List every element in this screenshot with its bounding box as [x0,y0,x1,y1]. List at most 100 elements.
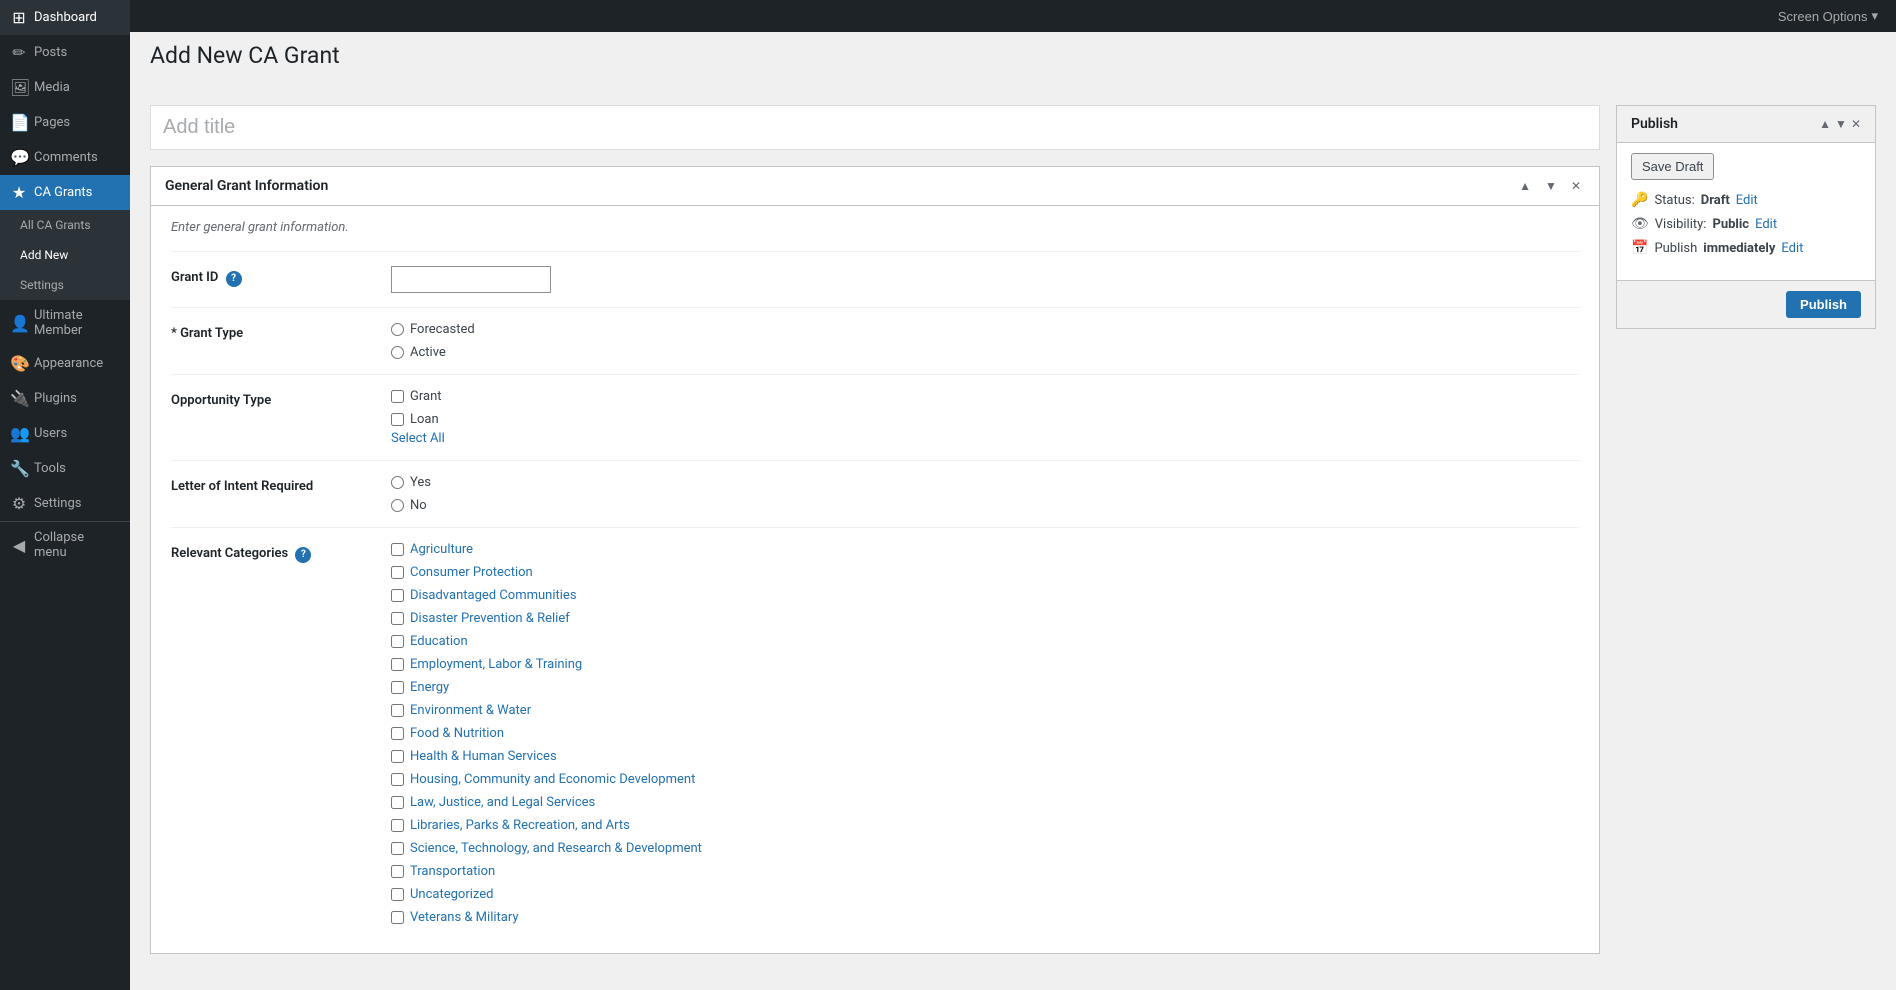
sidebar-item-dashboard[interactable]: ⊞ Dashboard [0,0,130,35]
category-item-15[interactable]: Uncategorized [391,887,1579,902]
sidebar-item-pages[interactable]: 📄 Pages [0,105,130,140]
sidebar-item-posts[interactable]: ✏ Posts [0,35,130,70]
right-sidebar-panel: Publish ▲ ▼ ✕ Save Draft 🔑 Status: Draft [1616,105,1876,970]
main-area: Screen Options ▾ Add New CA Grant Genera… [130,0,1896,990]
category-item-4[interactable]: Education [391,634,1579,649]
visibility-edit-link[interactable]: Edit [1755,217,1777,232]
visibility-icon: 👁 [1631,216,1649,232]
sidebar-item-all-ca-grants[interactable]: All CA Grants [0,210,130,240]
category-checkbox-7[interactable] [391,704,404,717]
letter-of-intent-radio-group: Yes No [391,475,1579,513]
ultimate-member-icon: 👤 [10,314,28,333]
sidebar-item-plugins[interactable]: 🔌 Plugins [0,381,130,416]
category-checkbox-2[interactable] [391,589,404,602]
category-checkbox-16[interactable] [391,911,404,924]
category-checkbox-11[interactable] [391,796,404,809]
sidebar-item-ca-grants[interactable]: ★ CA Grants [0,175,130,210]
sidebar-item-appearance[interactable]: 🎨 Appearance [0,346,130,381]
sidebar-item-add-new[interactable]: Add New [0,240,130,270]
category-checkbox-12[interactable] [391,819,404,832]
grant-id-help-icon[interactable]: ? [226,271,242,287]
select-all-link[interactable]: Select All [391,431,445,446]
sidebar-item-media[interactable]: 🖼 Media [0,70,130,105]
category-item-1[interactable]: Consumer Protection [391,565,1579,580]
sidebar-item-tools[interactable]: 🔧 Tools [0,451,130,486]
relevant-categories-row: Relevant Categories ? Agriculture Consume… [171,527,1579,939]
save-draft-button[interactable]: Save Draft [1631,153,1714,180]
category-item-14[interactable]: Transportation [391,864,1579,879]
category-checkbox-9[interactable] [391,750,404,763]
grant-type-active[interactable]: Active [391,345,1579,360]
category-item-11[interactable]: Law, Justice, and Legal Services [391,795,1579,810]
sidebar-item-comments[interactable]: 💬 Comments [0,140,130,175]
status-icon: 🔑 [1631,192,1648,208]
letter-of-intent-no[interactable]: No [391,498,1579,513]
category-item-6[interactable]: Energy [391,680,1579,695]
grant-type-active-radio[interactable] [391,346,404,359]
relevant-categories-help-icon[interactable]: ? [295,547,311,563]
opportunity-type-loan-checkbox[interactable] [391,413,404,426]
category-checkbox-15[interactable] [391,888,404,901]
publish-close-button[interactable]: ✕ [1851,117,1861,131]
opportunity-type-loan[interactable]: Loan [391,412,1579,427]
publish-collapse-down-button[interactable]: ▼ [1835,117,1847,131]
category-checkbox-14[interactable] [391,865,404,878]
tools-icon: 🔧 [10,459,28,478]
metabox-collapse-up-button[interactable]: ▲ [1515,177,1535,195]
metabox-close-button[interactable]: ✕ [1567,177,1585,195]
letter-of-intent-yes-radio[interactable] [391,476,404,489]
opportunity-type-grant[interactable]: Grant [391,389,1579,404]
grant-id-row: Grant ID ? [171,251,1579,307]
category-item-8[interactable]: Food & Nutrition [391,726,1579,741]
category-item-7[interactable]: Environment & Water [391,703,1579,718]
pages-icon: 📄 [10,113,28,132]
metabox-collapse-down-button[interactable]: ▼ [1541,177,1561,195]
publish-collapse-up-button[interactable]: ▲ [1819,117,1831,131]
general-grant-info-metabox: General Grant Information ▲ ▼ ✕ Enter ge… [150,166,1600,954]
category-checkbox-6[interactable] [391,681,404,694]
users-icon: 👥 [10,424,28,443]
category-checkbox-8[interactable] [391,727,404,740]
opportunity-type-grant-checkbox[interactable] [391,390,404,403]
category-item-3[interactable]: Disaster Prevention & Relief [391,611,1579,626]
category-item-12[interactable]: Libraries, Parks & Recreation, and Arts [391,818,1579,833]
grant-id-input[interactable] [391,266,551,293]
publish-status-row: 🔑 Status: Draft Edit [1631,192,1861,208]
publish-meta: 🔑 Status: Draft Edit 👁 Visibility: Publi… [1631,192,1861,256]
category-checkbox-1[interactable] [391,566,404,579]
sidebar-collapse[interactable]: ◀ Collapse menu [0,521,130,568]
sidebar-item-settings[interactable]: ⚙ Settings [0,486,130,521]
sidebar-item-users[interactable]: 👥 Users [0,416,130,451]
publish-header: Publish ▲ ▼ ✕ [1617,106,1875,143]
category-item-16[interactable]: Veterans & Military [391,910,1579,925]
category-item-9[interactable]: Health & Human Services [391,749,1579,764]
category-checkbox-13[interactable] [391,842,404,855]
relevant-categories-label: Relevant Categories ? [171,542,371,563]
publish-date-edit-link[interactable]: Edit [1781,241,1803,256]
title-input[interactable] [150,105,1600,150]
appearance-icon: 🎨 [10,354,28,373]
status-edit-link[interactable]: Edit [1736,193,1758,208]
category-checkbox-0[interactable] [391,543,404,556]
grant-type-row: * Grant Type Forecasted Active [171,307,1579,374]
grant-type-forecasted[interactable]: Forecasted [391,322,1579,337]
category-item-13[interactable]: Science, Technology, and Research & Deve… [391,841,1579,856]
letter-of-intent-yes[interactable]: Yes [391,475,1579,490]
publish-button[interactable]: Publish [1786,291,1861,318]
sidebar-item-settings-sub[interactable]: Settings [0,270,130,300]
category-checkbox-5[interactable] [391,658,404,671]
sidebar-item-ultimate-member[interactable]: 👤 Ultimate Member [0,300,130,346]
category-item-10[interactable]: Housing, Community and Economic Developm… [391,772,1579,787]
grant-type-radio-group: Forecasted Active [391,322,1579,360]
category-checkbox-3[interactable] [391,612,404,625]
screen-options-button[interactable]: Screen Options ▾ [1770,4,1886,28]
category-checkbox-4[interactable] [391,635,404,648]
dashboard-icon: ⊞ [10,8,28,27]
category-item-0[interactable]: Agriculture [391,542,1579,557]
collapse-icon: ◀ [10,536,28,555]
letter-of-intent-no-radio[interactable] [391,499,404,512]
category-checkbox-10[interactable] [391,773,404,786]
grant-type-forecasted-radio[interactable] [391,323,404,336]
category-item-5[interactable]: Employment, Labor & Training [391,657,1579,672]
category-item-2[interactable]: Disadvantaged Communities [391,588,1579,603]
